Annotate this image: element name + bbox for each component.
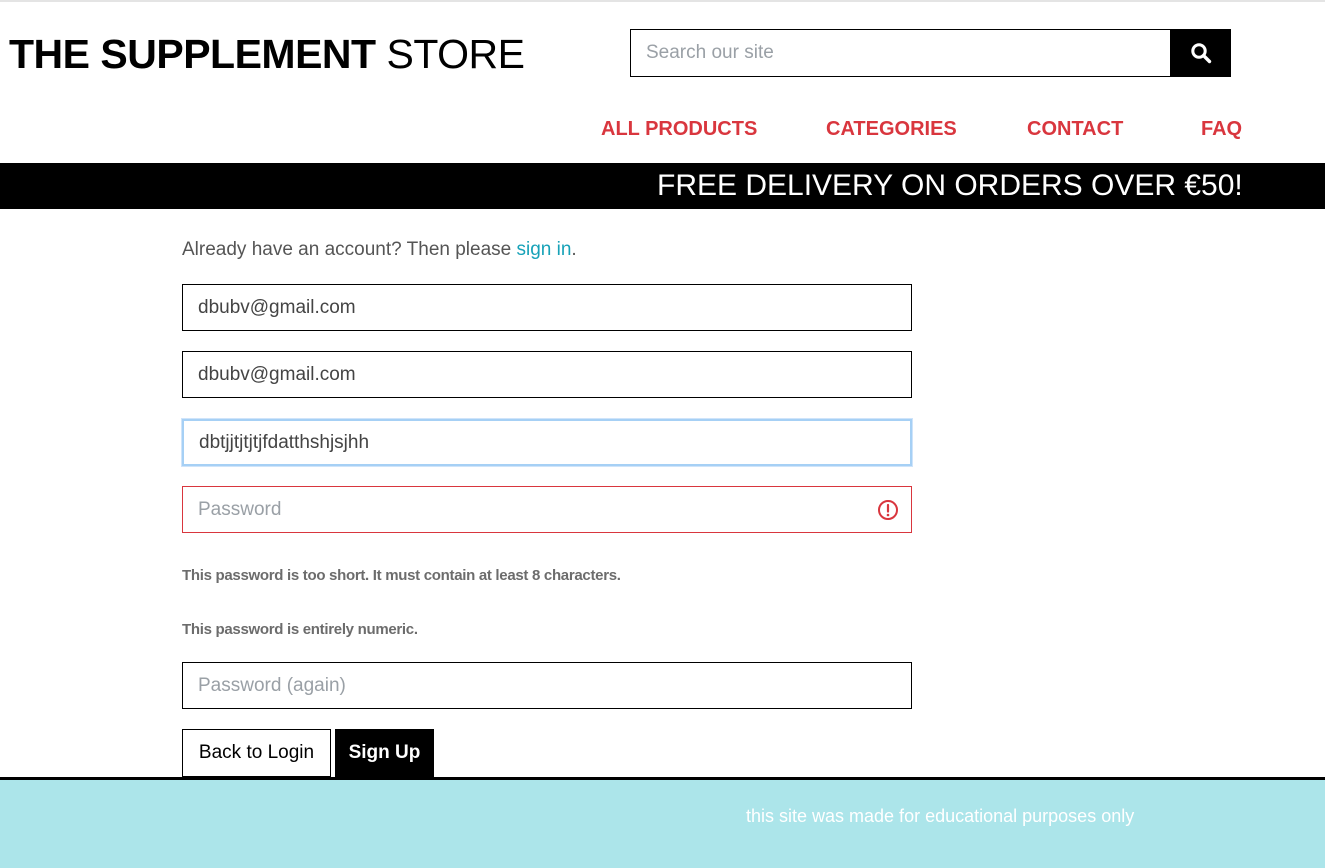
nav-faq[interactable]: FAQ — [1201, 116, 1242, 142]
signin-prompt: Already have an account? Then please sig… — [182, 237, 577, 263]
password-error-numeric: This password is entirely numeric. — [182, 621, 418, 638]
email-confirm-field[interactable] — [182, 351, 912, 398]
nav-contact[interactable]: CONTACT — [1027, 116, 1123, 142]
email-field[interactable] — [182, 284, 912, 331]
footer: this site was made for educational purpo… — [0, 777, 1325, 868]
promo-banner: FREE DELIVERY ON ORDERS OVER €50! — [0, 163, 1325, 209]
back-to-login-button[interactable]: Back to Login — [182, 729, 331, 777]
logo-bold-text: THE SUPPLEMENT — [9, 31, 376, 77]
sign-in-link[interactable]: sign in — [517, 239, 572, 260]
signin-prompt-suffix: . — [571, 239, 577, 260]
nav-categories[interactable]: CATEGORIES — [826, 116, 957, 142]
nav-all-products[interactable]: ALL PRODUCTS — [601, 116, 757, 142]
password-again-field[interactable] — [182, 662, 912, 709]
site-logo[interactable]: THE SUPPLEMENT STORE — [9, 30, 525, 78]
search-icon — [1190, 43, 1211, 64]
top-divider — [0, 0, 1325, 2]
signin-prompt-text: Already have an account? Then please — [182, 239, 517, 260]
footer-text: this site was made for educational purpo… — [746, 806, 1135, 826]
search-button[interactable] — [1170, 29, 1231, 77]
search-bar — [630, 29, 1231, 77]
promo-banner-text: FREE DELIVERY ON ORDERS OVER €50! — [657, 169, 1243, 202]
logo-light-text: STORE — [386, 31, 526, 77]
sign-up-button[interactable]: Sign Up — [335, 729, 434, 777]
password-field[interactable] — [182, 486, 912, 533]
username-field[interactable] — [182, 419, 912, 466]
password-error-too-short: This password is too short. It must cont… — [182, 567, 621, 584]
alert-circle-icon — [878, 500, 898, 520]
search-input[interactable] — [630, 29, 1171, 77]
